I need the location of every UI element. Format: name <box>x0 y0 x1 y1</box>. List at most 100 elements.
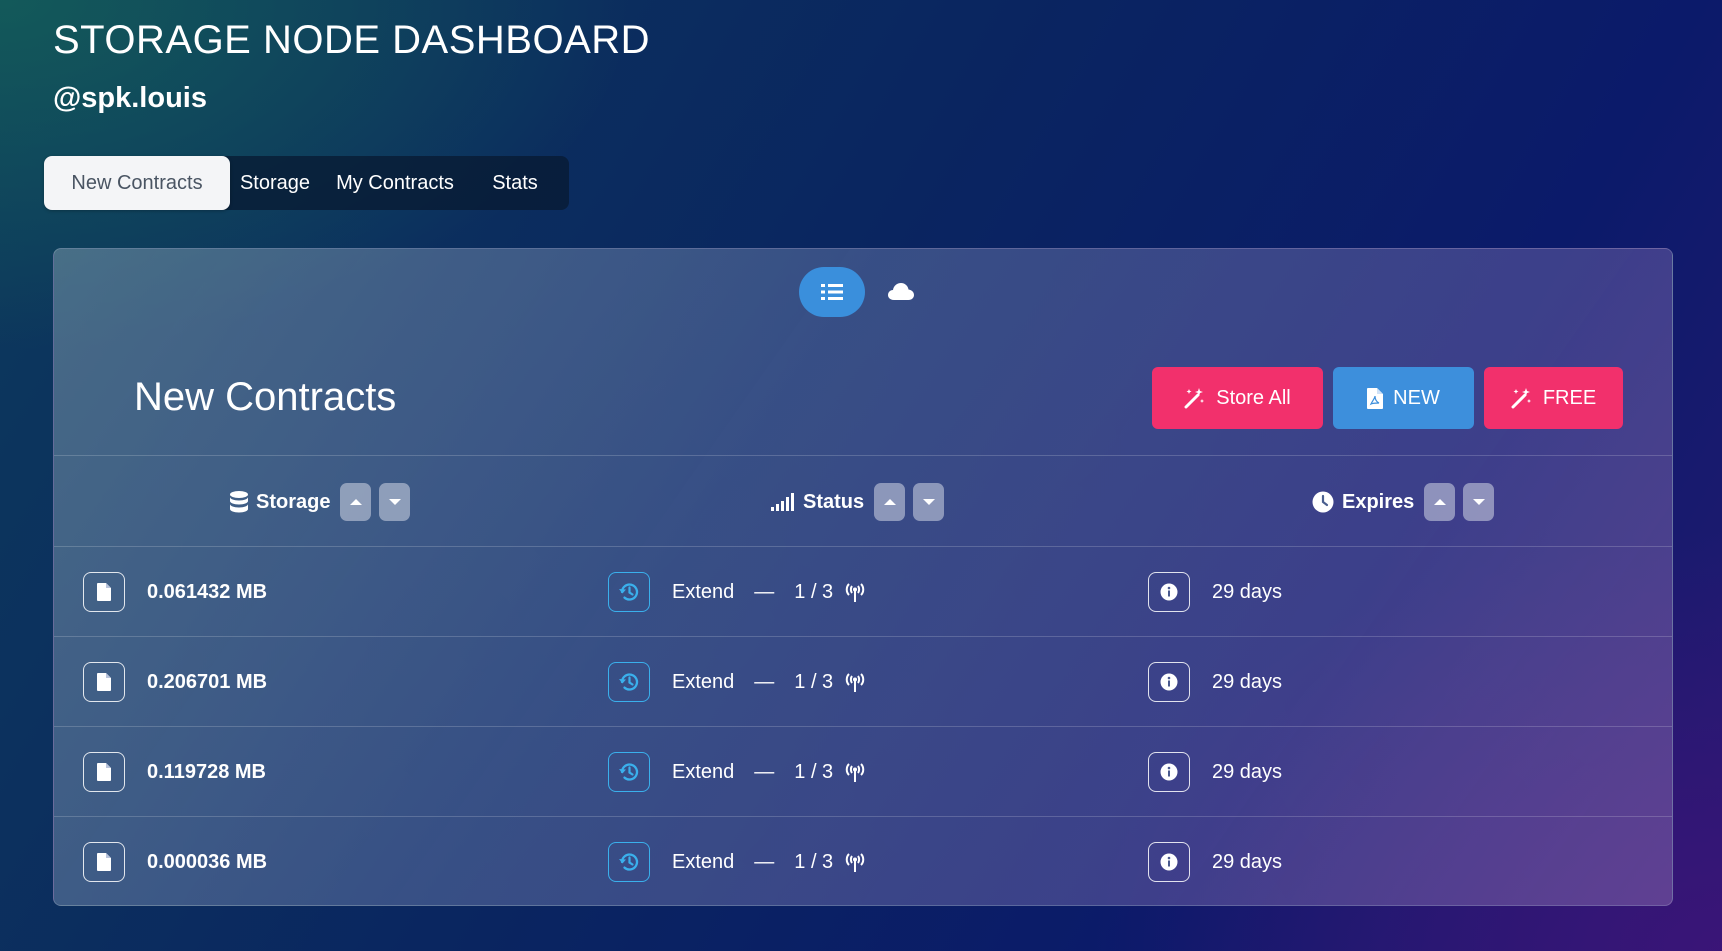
page-title: STORAGE NODE DASHBOARD <box>53 18 651 62</box>
peer-count: 1 / 3 <box>794 850 834 873</box>
info-icon <box>1160 763 1178 781</box>
expires-value: 29 days <box>1212 670 1283 693</box>
info-icon <box>1160 583 1178 601</box>
file-button[interactable] <box>83 572 125 612</box>
database-icon <box>230 491 248 513</box>
status-separator: — <box>754 670 775 693</box>
status-column-header: Status <box>771 456 945 548</box>
caret-up-icon <box>349 499 362 505</box>
extend-label: Extend <box>672 670 735 693</box>
status-header-label: Status <box>803 490 865 513</box>
tab-storage[interactable]: Storage <box>230 156 320 210</box>
tab-new-contracts[interactable]: New Contracts <box>44 156 230 210</box>
cloud-icon <box>888 283 914 300</box>
history-icon <box>619 853 639 871</box>
action-buttons: Store All NEW FREE <box>1152 367 1623 429</box>
panel-title: New Contracts <box>134 375 397 419</box>
expires-value: 29 days <box>1212 760 1283 783</box>
peer-count: 1 / 3 <box>794 760 834 783</box>
new-label: NEW <box>1393 386 1440 409</box>
broadcast-tower-icon <box>845 673 865 692</box>
sort-status-asc-button[interactable] <box>874 483 906 521</box>
info-icon <box>1160 673 1178 691</box>
caret-down-icon <box>388 499 401 505</box>
sort-storage-desc-button[interactable] <box>379 483 411 521</box>
table-row: 0.206701 MB Extend — 1 / 3 29 days <box>54 637 1672 727</box>
expires-value: 29 days <box>1212 850 1283 873</box>
list-view-button[interactable] <box>799 267 865 317</box>
signal-icon <box>771 493 794 511</box>
tab-bar: New Contracts Storage My Contracts Stats <box>44 156 569 210</box>
status-separator: — <box>754 760 775 783</box>
expires-column-header: Expires <box>1312 456 1495 548</box>
status-cell: Extend — 1 / 3 <box>672 547 867 637</box>
extend-button[interactable] <box>608 842 650 882</box>
user-handle: @spk.louis <box>53 82 207 114</box>
sort-expires-desc-button[interactable] <box>1463 483 1495 521</box>
file-icon <box>97 763 111 781</box>
tab-my-contracts[interactable]: My Contracts <box>320 156 470 210</box>
info-button[interactable] <box>1148 842 1190 882</box>
free-label: FREE <box>1542 386 1597 409</box>
info-button[interactable] <box>1148 752 1190 792</box>
history-icon <box>619 763 639 781</box>
caret-down-icon <box>1472 499 1485 505</box>
storage-size: 0.061432 MB <box>147 580 268 603</box>
expires-header-label: Expires <box>1342 490 1415 513</box>
contracts-table-body: 0.061432 MB Extend — 1 / 3 29 days 0.206… <box>54 547 1672 905</box>
file-icon <box>97 853 111 871</box>
new-button[interactable]: NEW <box>1333 367 1474 429</box>
table-row: 0.061432 MB Extend — 1 / 3 29 days <box>54 547 1672 637</box>
status-cell: Extend — 1 / 3 <box>672 727 867 817</box>
magic-wand-icon <box>1511 388 1531 409</box>
broadcast-tower-icon <box>845 583 865 602</box>
file-button[interactable] <box>83 842 125 882</box>
extend-label: Extend <box>672 850 735 873</box>
extend-button[interactable] <box>608 572 650 612</box>
expires-value: 29 days <box>1212 580 1283 603</box>
storage-size: 0.000036 MB <box>147 850 268 873</box>
file-pdf-icon <box>1367 387 1384 409</box>
status-cell: Extend — 1 / 3 <box>672 817 867 905</box>
status-cell: Extend — 1 / 3 <box>672 637 867 727</box>
extend-label: Extend <box>672 760 735 783</box>
peer-count: 1 / 3 <box>794 670 834 693</box>
caret-up-icon <box>883 499 896 505</box>
file-button[interactable] <box>83 662 125 702</box>
sort-storage-asc-button[interactable] <box>340 483 372 521</box>
table-row: 0.000036 MB Extend — 1 / 3 29 days <box>54 817 1672 905</box>
tab-stats[interactable]: Stats <box>470 156 560 210</box>
view-toggle <box>799 267 919 317</box>
table-row: 0.119728 MB Extend — 1 / 3 29 days <box>54 727 1672 817</box>
status-separator: — <box>754 580 775 603</box>
info-button[interactable] <box>1148 662 1190 702</box>
extend-button[interactable] <box>608 752 650 792</box>
sort-status-desc-button[interactable] <box>913 483 945 521</box>
caret-down-icon <box>922 499 935 505</box>
status-separator: — <box>754 850 775 873</box>
storage-size: 0.206701 MB <box>147 670 268 693</box>
cloud-view-button[interactable] <box>883 267 919 317</box>
peer-count: 1 / 3 <box>794 580 834 603</box>
storage-column-header: Storage <box>230 456 411 548</box>
contracts-panel: New Contracts Store All NEW FREE Storage… <box>53 248 1673 906</box>
extend-button[interactable] <box>608 662 650 702</box>
caret-up-icon <box>1433 499 1446 505</box>
list-icon <box>821 284 843 300</box>
free-button[interactable]: FREE <box>1484 367 1623 429</box>
magic-wand-icon <box>1184 388 1205 409</box>
store-all-button[interactable]: Store All <box>1152 367 1323 429</box>
clock-icon <box>1312 491 1334 513</box>
broadcast-tower-icon <box>845 763 865 782</box>
table-header: Storage Status Expires <box>54 455 1672 547</box>
info-button[interactable] <box>1148 572 1190 612</box>
extend-label: Extend <box>672 580 735 603</box>
history-icon <box>619 673 639 691</box>
info-icon <box>1160 853 1178 871</box>
sort-expires-asc-button[interactable] <box>1424 483 1456 521</box>
file-icon <box>97 673 111 691</box>
store-all-label: Store All <box>1216 386 1291 409</box>
file-button[interactable] <box>83 752 125 792</box>
broadcast-tower-icon <box>845 853 865 872</box>
history-icon <box>619 583 639 601</box>
